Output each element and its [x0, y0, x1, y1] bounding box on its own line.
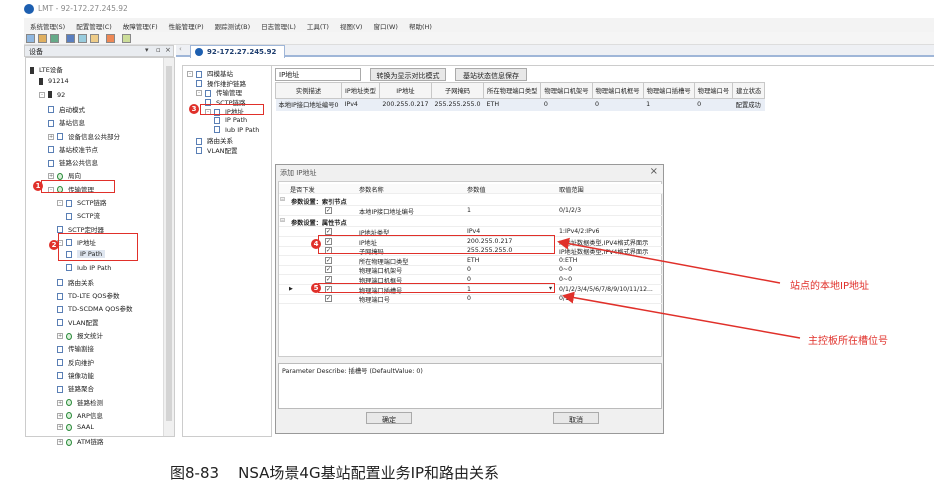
- local-ip-note: 站点的本地IP地址: [790, 281, 869, 292]
- arrow-slot: [562, 291, 801, 339]
- arrow-local-ip: [557, 237, 781, 284]
- figure-caption: 图8-83 NSA场景4G基站配置业务IP和路由关系: [170, 464, 500, 482]
- slot-note: 主控板所在槽位号: [808, 336, 888, 347]
- annotation-arrows: [557, 237, 801, 339]
